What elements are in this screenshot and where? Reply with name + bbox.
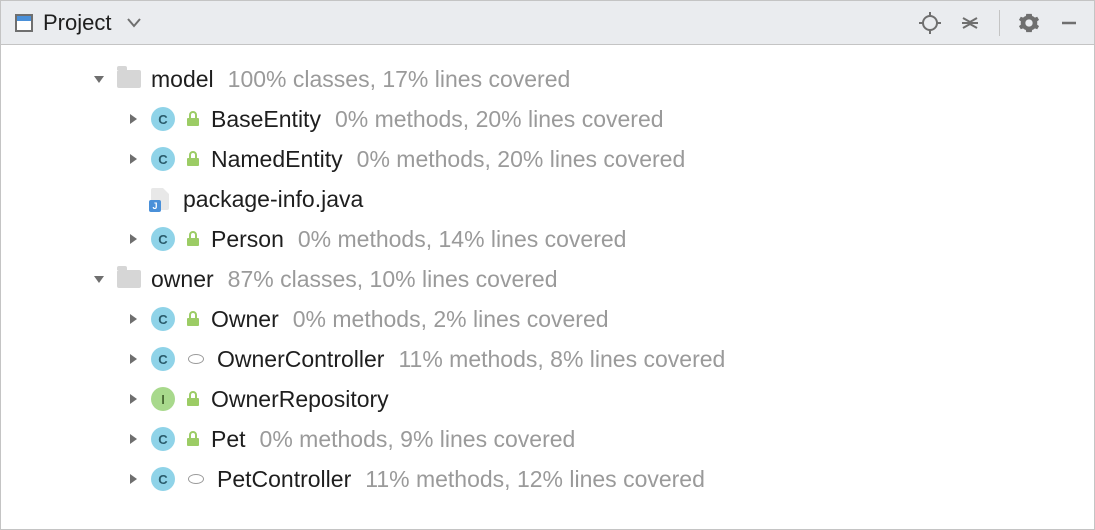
tree-row-class-baseentity[interactable]: C BaseEntity 0% methods, 20% lines covered xyxy=(1,99,1094,139)
node-label: Owner xyxy=(211,308,279,331)
node-label: Pet xyxy=(211,428,246,451)
toolbar-separator xyxy=(999,10,1000,36)
lock-icon xyxy=(185,391,201,407)
gear-icon[interactable] xyxy=(1014,8,1044,38)
view-dropdown-icon[interactable] xyxy=(127,18,141,28)
coverage-text: 0% methods, 20% lines covered xyxy=(357,148,686,171)
class-icon: C xyxy=(151,147,175,171)
coverage-text: 87% classes, 10% lines covered xyxy=(228,268,558,291)
lock-icon xyxy=(185,431,201,447)
tree-row-class-pet[interactable]: C Pet 0% methods, 9% lines covered xyxy=(1,419,1094,459)
tree-row-class-ownercontroller[interactable]: C OwnerController 11% methods, 8% lines co… xyxy=(1,339,1094,379)
node-label: BaseEntity xyxy=(211,108,321,131)
lock-icon xyxy=(185,231,201,247)
class-icon: C xyxy=(151,347,175,371)
folder-icon xyxy=(117,70,141,88)
tree-row-file-package-info[interactable]: Jpackage-info.java xyxy=(1,179,1094,219)
coverage-text: 11% methods, 12% lines covered xyxy=(365,468,705,491)
tree-row-class-person[interactable]: C Person 0% methods, 14% lines covered xyxy=(1,219,1094,259)
node-label: package-info.java xyxy=(183,188,363,211)
folder-icon xyxy=(117,270,141,288)
package-private-icon xyxy=(188,474,204,484)
tree-row-class-ownerrepository[interactable]: I OwnerRepository xyxy=(1,379,1094,419)
java-file-icon: J xyxy=(151,188,173,210)
coverage-text: 0% methods, 2% lines covered xyxy=(293,308,609,331)
project-tree[interactable]: model 100% classes, 17% lines covered C Bas… xyxy=(1,45,1094,509)
lock-icon xyxy=(185,111,201,127)
node-label: PetController xyxy=(217,468,351,491)
chevron-right-icon[interactable] xyxy=(125,311,141,327)
collapse-all-icon[interactable] xyxy=(955,8,985,38)
chevron-down-icon[interactable] xyxy=(91,71,107,87)
coverage-text: 0% methods, 14% lines covered xyxy=(298,228,627,251)
coverage-text: 0% methods, 9% lines covered xyxy=(260,428,576,451)
node-label: Person xyxy=(211,228,284,251)
chevron-right-icon[interactable] xyxy=(125,391,141,407)
locate-icon[interactable] xyxy=(915,8,945,38)
panel-title[interactable]: Project xyxy=(43,10,111,36)
chevron-right-icon[interactable] xyxy=(125,471,141,487)
node-label: owner xyxy=(151,268,214,291)
project-view-icon xyxy=(15,14,33,32)
interface-icon: I xyxy=(151,387,175,411)
chevron-right-icon[interactable] xyxy=(125,111,141,127)
node-label: NamedEntity xyxy=(211,148,343,171)
class-icon: C xyxy=(151,107,175,131)
tree-row-class-namedentity[interactable]: C NamedEntity 0% methods, 20% lines covere… xyxy=(1,139,1094,179)
chevron-right-icon[interactable] xyxy=(125,151,141,167)
class-icon: C xyxy=(151,467,175,491)
node-label: OwnerController xyxy=(217,348,384,371)
class-icon: C xyxy=(151,307,175,331)
lock-icon xyxy=(185,151,201,167)
coverage-text: 11% methods, 8% lines covered xyxy=(398,348,725,371)
node-label: model xyxy=(151,68,214,91)
coverage-text: 0% methods, 20% lines covered xyxy=(335,108,664,131)
tree-row-class-owner[interactable]: C Owner 0% methods, 2% lines covered xyxy=(1,299,1094,339)
lock-icon xyxy=(185,311,201,327)
coverage-text: 100% classes, 17% lines covered xyxy=(228,68,571,91)
class-icon: C xyxy=(151,427,175,451)
tree-row-pkg-owner[interactable]: owner 87% classes, 10% lines covered xyxy=(1,259,1094,299)
chevron-right-icon[interactable] xyxy=(125,351,141,367)
chevron-down-icon[interactable] xyxy=(91,271,107,287)
minimize-icon[interactable] xyxy=(1054,8,1084,38)
tree-row-class-petcontroller[interactable]: C PetController 11% methods, 12% lines cov… xyxy=(1,459,1094,499)
chevron-right-icon[interactable] xyxy=(125,231,141,247)
chevron-right-icon[interactable] xyxy=(125,431,141,447)
node-label: OwnerRepository xyxy=(211,388,389,411)
panel-titlebar: Project xyxy=(1,1,1094,45)
package-private-icon xyxy=(188,354,204,364)
tree-row-pkg-model[interactable]: model 100% classes, 17% lines covered xyxy=(1,59,1094,99)
class-icon: C xyxy=(151,227,175,251)
